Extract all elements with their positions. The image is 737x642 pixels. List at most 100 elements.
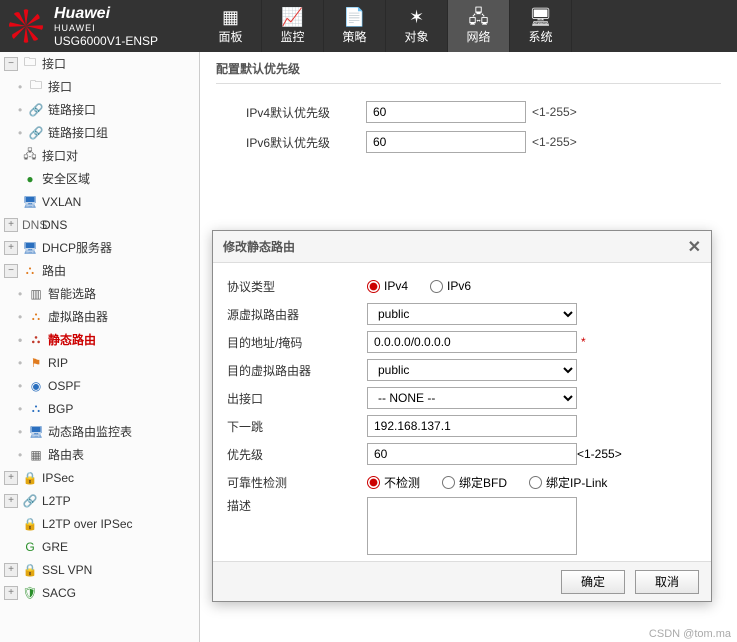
tree-icon: ▦ [28, 448, 44, 462]
reliability-iplink-radio[interactable]: 绑定IP-Link [529, 474, 607, 491]
sidebar-item-接口[interactable]: •🗀接口 [0, 75, 199, 98]
priority-row-hint: <1-255> [532, 135, 577, 149]
sidebar-item-智能选路[interactable]: •▥智能选路 [0, 282, 199, 305]
brand-sub: HUAWEI [54, 23, 158, 34]
src-vr-select[interactable]: public [367, 303, 577, 325]
sidebar-item-动态路由监控表[interactable]: •🖥动态路由监控表 [0, 420, 199, 443]
expander-icon[interactable]: + [4, 586, 18, 600]
ok-button[interactable]: 确定 [561, 570, 625, 594]
tree-icon: ⚑ [28, 356, 44, 370]
close-icon[interactable]: ✕ [688, 237, 701, 257]
tree-icon: 🔗 [28, 103, 44, 117]
tree-icon: 🖧 [22, 145, 38, 166]
sidebar-item-OSPF[interactable]: •◉OSPF [0, 374, 199, 397]
outif-label: 出接口 [227, 390, 367, 407]
nexthop-label: 下一跳 [227, 418, 367, 435]
tree-icon: DNS [22, 218, 38, 232]
topnav-面板[interactable]: ▦面板 [200, 0, 262, 52]
default-priority-panel: 配置默认优先级 IPv4默认优先级<1-255> IPv6默认优先级 <1-255> [200, 52, 737, 166]
logo-block: Huawei HUAWEI USG6000V1-ENSP [0, 4, 200, 48]
dst-vr-select[interactable]: public [367, 359, 577, 381]
outif-select[interactable]: -- NONE -- [367, 387, 577, 409]
reliability-radio-group: 不检测 绑定BFD 绑定IP-Link [367, 474, 607, 491]
src-vr-label: 源虚拟路由器 [227, 306, 367, 323]
sidebar-item-静态路由[interactable]: •⛬静态路由 [0, 328, 199, 351]
tree-icon: ⛬ [28, 401, 44, 416]
tree-icon: 🔗 [22, 494, 38, 508]
expander-icon[interactable]: + [4, 218, 18, 232]
protocol-label: 协议类型 [227, 278, 367, 295]
priority-row-hint: <1-255> [532, 105, 577, 119]
priority-row-input[interactable] [366, 101, 526, 123]
sidebar-item-接口[interactable]: −🗀接口 [0, 52, 199, 75]
desc-label: 描述 [227, 497, 367, 514]
nexthop-input[interactable] [367, 415, 577, 437]
sidebar-item-VXLAN[interactable]: 🖥VXLAN [0, 190, 199, 213]
tree-icon: ⛬ [28, 309, 44, 324]
tree-icon: 🖥 [22, 241, 38, 255]
content-area: 配置默认优先级 IPv4默认优先级<1-255> IPv6默认优先级 <1-255>… [200, 52, 737, 642]
sidebar-item-BGP[interactable]: •⛬BGP [0, 397, 199, 420]
sidebar-item-DHCP服务器[interactable]: +🖥DHCP服务器 [0, 236, 199, 259]
expander-icon[interactable]: + [4, 241, 18, 255]
tree-icon: ⛬ [28, 332, 44, 347]
dest-label: 目的地址/掩码 [227, 334, 367, 351]
sidebar-item-虚拟路由器[interactable]: •⛬虚拟路由器 [0, 305, 199, 328]
expander-icon[interactable]: − [4, 57, 18, 71]
topnav-icon: ▦ [222, 8, 239, 26]
topnav-对象[interactable]: ✶对象 [386, 0, 448, 52]
topnav-策略[interactable]: 📄策略 [324, 0, 386, 52]
priority-row-0: IPv4默认优先级<1-255> [216, 98, 721, 126]
sidebar-item-路由[interactable]: −⛬路由 [0, 259, 199, 282]
cancel-button[interactable]: 取消 [635, 570, 699, 594]
expander-icon[interactable]: + [4, 494, 18, 508]
expander-icon[interactable]: + [4, 563, 18, 577]
sidebar-item-L2TP[interactable]: +🔗L2TP [0, 489, 199, 512]
tree-icon: 🛡 [22, 586, 38, 600]
sidebar-item-IPSec[interactable]: +🔒IPSec [0, 466, 199, 489]
sidebar-item-SSL VPN[interactable]: +🔒SSL VPN [0, 558, 199, 581]
edit-static-route-modal: 修改静态路由 ✕ 协议类型 IPv4 IPv6 源虚拟路由器 public 目的… [212, 230, 712, 602]
tree-icon: 🗀 [28, 76, 44, 97]
topnav-icon: 🖧 [468, 8, 488, 26]
desc-textarea[interactable] [367, 497, 577, 555]
tree-icon: 🔗 [28, 126, 44, 140]
tree-icon: ● [22, 172, 38, 186]
sidebar[interactable]: −🗀接口•🗀接口•🔗链路接口•🔗链路接口组🖧接口对●安全区域🖥VXLAN + DNS… [0, 52, 200, 642]
tree-icon: 🖥 [22, 195, 38, 209]
device-model: USG6000V1-ENSP [54, 34, 158, 48]
sidebar-item-DNS[interactable]: +DNSDNS [0, 213, 199, 236]
brand-name: Huawei [54, 4, 158, 23]
sidebar-item-路由表[interactable]: •▦路由表 [0, 443, 199, 466]
topnav-监控[interactable]: 📈监控 [262, 0, 324, 52]
topnav-系统[interactable]: 🖥系统 [510, 0, 572, 52]
tree-icon: ◉ [28, 379, 44, 393]
priority-label: 优先级 [227, 446, 367, 463]
sidebar-item-链路接口[interactable]: •🔗链路接口 [0, 98, 199, 121]
reliability-bfd-radio[interactable]: 绑定BFD [442, 474, 507, 491]
protocol-ipv6-radio[interactable]: IPv6 [430, 279, 471, 293]
top-nav: ▦面板📈监控📄策略✶对象🖧网络🖥系统 [200, 0, 572, 52]
reliability-none-radio[interactable]: 不检测 [367, 474, 420, 491]
topnav-网络[interactable]: 🖧网络 [448, 0, 510, 52]
protocol-ipv4-radio[interactable]: IPv4 [367, 279, 408, 293]
sidebar-item-安全区域[interactable]: ●安全区域 [0, 167, 199, 190]
panel-title: 配置默认优先级 [216, 60, 721, 84]
priority-row-label: IPv6默认优先级 [216, 134, 366, 151]
expander-icon[interactable]: + [4, 471, 18, 485]
sidebar-item-RIP[interactable]: •⚑RIP [0, 351, 199, 374]
tree-icon: G [22, 540, 38, 554]
sidebar-item-链路接口组[interactable]: •🔗链路接口组 [0, 121, 199, 144]
priority-input[interactable] [367, 443, 577, 465]
sidebar-item-SACG[interactable]: +🛡SACG [0, 581, 199, 604]
priority-row-input[interactable] [366, 131, 526, 153]
sidebar-item-L2TP over IPSec[interactable]: 🔒L2TP over IPSec [0, 512, 199, 535]
sidebar-item-接口对[interactable]: 🖧接口对 [0, 144, 199, 167]
tree-icon: 🔒 [22, 563, 38, 577]
expander-icon[interactable]: − [4, 264, 18, 278]
topnav-icon: 📄 [343, 8, 365, 26]
dest-input[interactable] [367, 331, 577, 353]
sidebar-item-GRE[interactable]: GGRE [0, 535, 199, 558]
priority-hint: <1-255> [577, 447, 622, 461]
watermark: CSDN @tom.ma [649, 628, 731, 640]
